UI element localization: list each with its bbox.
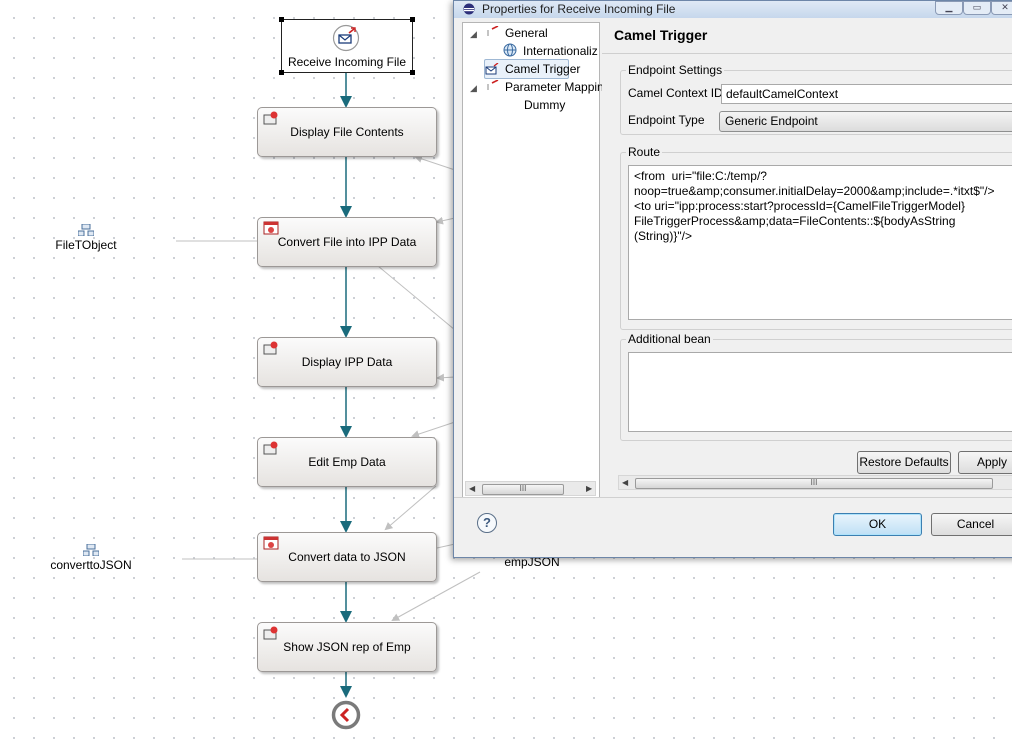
ui-activity-icon (263, 341, 278, 355)
page-horizontal-scrollbar[interactable]: ◀ III (618, 475, 1012, 490)
data-node-label: converttoJSON (50, 558, 132, 572)
activity-display-file-contents[interactable]: Display File Contents (257, 107, 437, 157)
endpoint-type-label: Endpoint Type (628, 113, 705, 127)
cancel-button[interactable]: Cancel (931, 513, 1012, 536)
data-node-filetobject[interactable]: FileTObject (46, 224, 126, 252)
selection-handle[interactable] (410, 70, 415, 75)
end-event-icon[interactable] (331, 700, 361, 730)
activity-edit-emp-data[interactable]: Edit Emp Data (257, 437, 437, 487)
camel-context-id-field[interactable]: defaultCamelContext (721, 84, 1012, 104)
activity-convert-file-into-ipp-data[interactable]: Convert File into IPP Data (257, 217, 437, 267)
dataflow-from-edit-emp[interactable] (384, 485, 437, 531)
dialog-title-bar[interactable]: Properties for Receive Incoming File ▁ ▭… (454, 1, 1012, 18)
expand-arrow-icon[interactable]: ◢ (470, 29, 477, 40)
help-icon: ? (483, 515, 491, 530)
email-trigger-icon (332, 24, 360, 52)
route-legend: Route (626, 145, 663, 159)
general-node-icon (487, 26, 499, 36)
tree-item-camel-trigger[interactable]: Camel Trigger (505, 62, 580, 76)
scroll-right-icon[interactable]: ▶ (586, 482, 592, 495)
help-button[interactable]: ? (477, 513, 497, 533)
scroll-thumb-grip: III (810, 478, 818, 487)
route-textarea[interactable]: <from uri="file:C:/temp/? noop=true&amp;… (628, 165, 1012, 320)
structured-data-icon (83, 544, 99, 556)
additional-bean-textarea[interactable] (628, 352, 1012, 432)
tree-horizontal-scrollbar[interactable]: ◀ III ▶ (465, 481, 596, 496)
preference-tree[interactable]: ◢ General Internationaliz Camel Trigger … (462, 22, 604, 498)
application-activity-icon (263, 221, 279, 235)
activity-display-ipp-data[interactable]: Display IPP Data (257, 337, 437, 387)
email-trigger-icon (485, 63, 499, 75)
start-event-receive-incoming-file[interactable]: Receive Incoming File (279, 17, 415, 75)
endpoint-settings-legend: Endpoint Settings (626, 63, 725, 77)
scroll-thumb-grip: III (519, 484, 527, 493)
camel-context-id-label: Camel Context ID (628, 86, 723, 100)
additional-bean-legend: Additional bean (626, 332, 713, 346)
activity-label: Show JSON rep of Emp (283, 640, 411, 654)
start-event-label: Receive Incoming File (287, 55, 407, 69)
ui-activity-icon (263, 441, 278, 455)
tree-item-dummy[interactable]: Dummy (524, 98, 565, 112)
restore-defaults-button[interactable]: Restore Defaults (857, 451, 951, 474)
activity-label: Display IPP Data (301, 355, 393, 369)
scroll-left-icon[interactable]: ◀ (622, 476, 628, 489)
ui-activity-icon (263, 626, 278, 640)
tree-item-parameter-mapping[interactable]: Parameter Mappin (505, 80, 604, 94)
ui-activity-icon (263, 111, 278, 125)
expand-arrow-icon[interactable]: ◢ (470, 83, 477, 94)
activity-label: Display File Contents (290, 125, 404, 139)
ok-button[interactable]: OK (833, 513, 922, 536)
activity-convert-data-to-json[interactable]: Convert data to JSON (257, 532, 437, 582)
selection-handle[interactable] (279, 17, 284, 22)
apply-button[interactable]: Apply (958, 451, 1012, 474)
activity-show-json-rep-of-emp[interactable]: Show JSON rep of Emp (257, 622, 437, 672)
minimize-button[interactable]: ▁ (935, 1, 963, 15)
dataflow-to-edit-emp[interactable] (411, 421, 456, 438)
property-page: Camel Trigger Endpoint Settings Camel Co… (602, 22, 1012, 496)
selection-handle[interactable] (279, 70, 284, 75)
page-title: Camel Trigger (614, 27, 708, 43)
properties-dialog: Properties for Receive Incoming File ▁ ▭… (453, 0, 1012, 558)
dataflow-from-convert-file[interactable] (377, 265, 456, 331)
activity-label: Convert File into IPP Data (277, 235, 417, 249)
data-node-converttojson[interactable]: converttoJSON (46, 544, 136, 572)
page-title-separator (602, 53, 1012, 54)
scroll-thumb[interactable]: III (482, 484, 564, 495)
data-node-label: FileTObject (55, 238, 117, 252)
scroll-thumb[interactable]: III (635, 478, 993, 489)
endpoint-type-select[interactable]: Generic Endpoint (719, 111, 1012, 132)
maximize-button[interactable]: ▭ (963, 1, 991, 15)
dialog-title: Properties for Receive Incoming File (482, 2, 676, 16)
application-activity-icon (263, 536, 279, 550)
globe-icon (503, 43, 517, 57)
close-button[interactable]: ✕ (991, 1, 1012, 15)
button-bar-separator (454, 497, 1012, 498)
parameter-mapping-icon (487, 80, 499, 90)
eclipse-app-icon (463, 3, 475, 15)
minimize-icon: ▁ (945, 2, 953, 12)
tree-item-internationalization[interactable]: Internationaliz (523, 44, 598, 58)
activity-label: Convert data to JSON (288, 550, 406, 564)
selection-handle[interactable] (410, 17, 415, 22)
scroll-left-icon[interactable]: ◀ (469, 482, 475, 495)
structured-data-icon (78, 224, 94, 236)
tree-item-general[interactable]: General (505, 26, 548, 40)
activity-label: Edit Emp Data (308, 455, 386, 469)
maximize-icon: ▭ (972, 2, 982, 12)
dataflow-to-display-file[interactable] (414, 155, 456, 171)
close-icon: ✕ (1001, 2, 1009, 12)
